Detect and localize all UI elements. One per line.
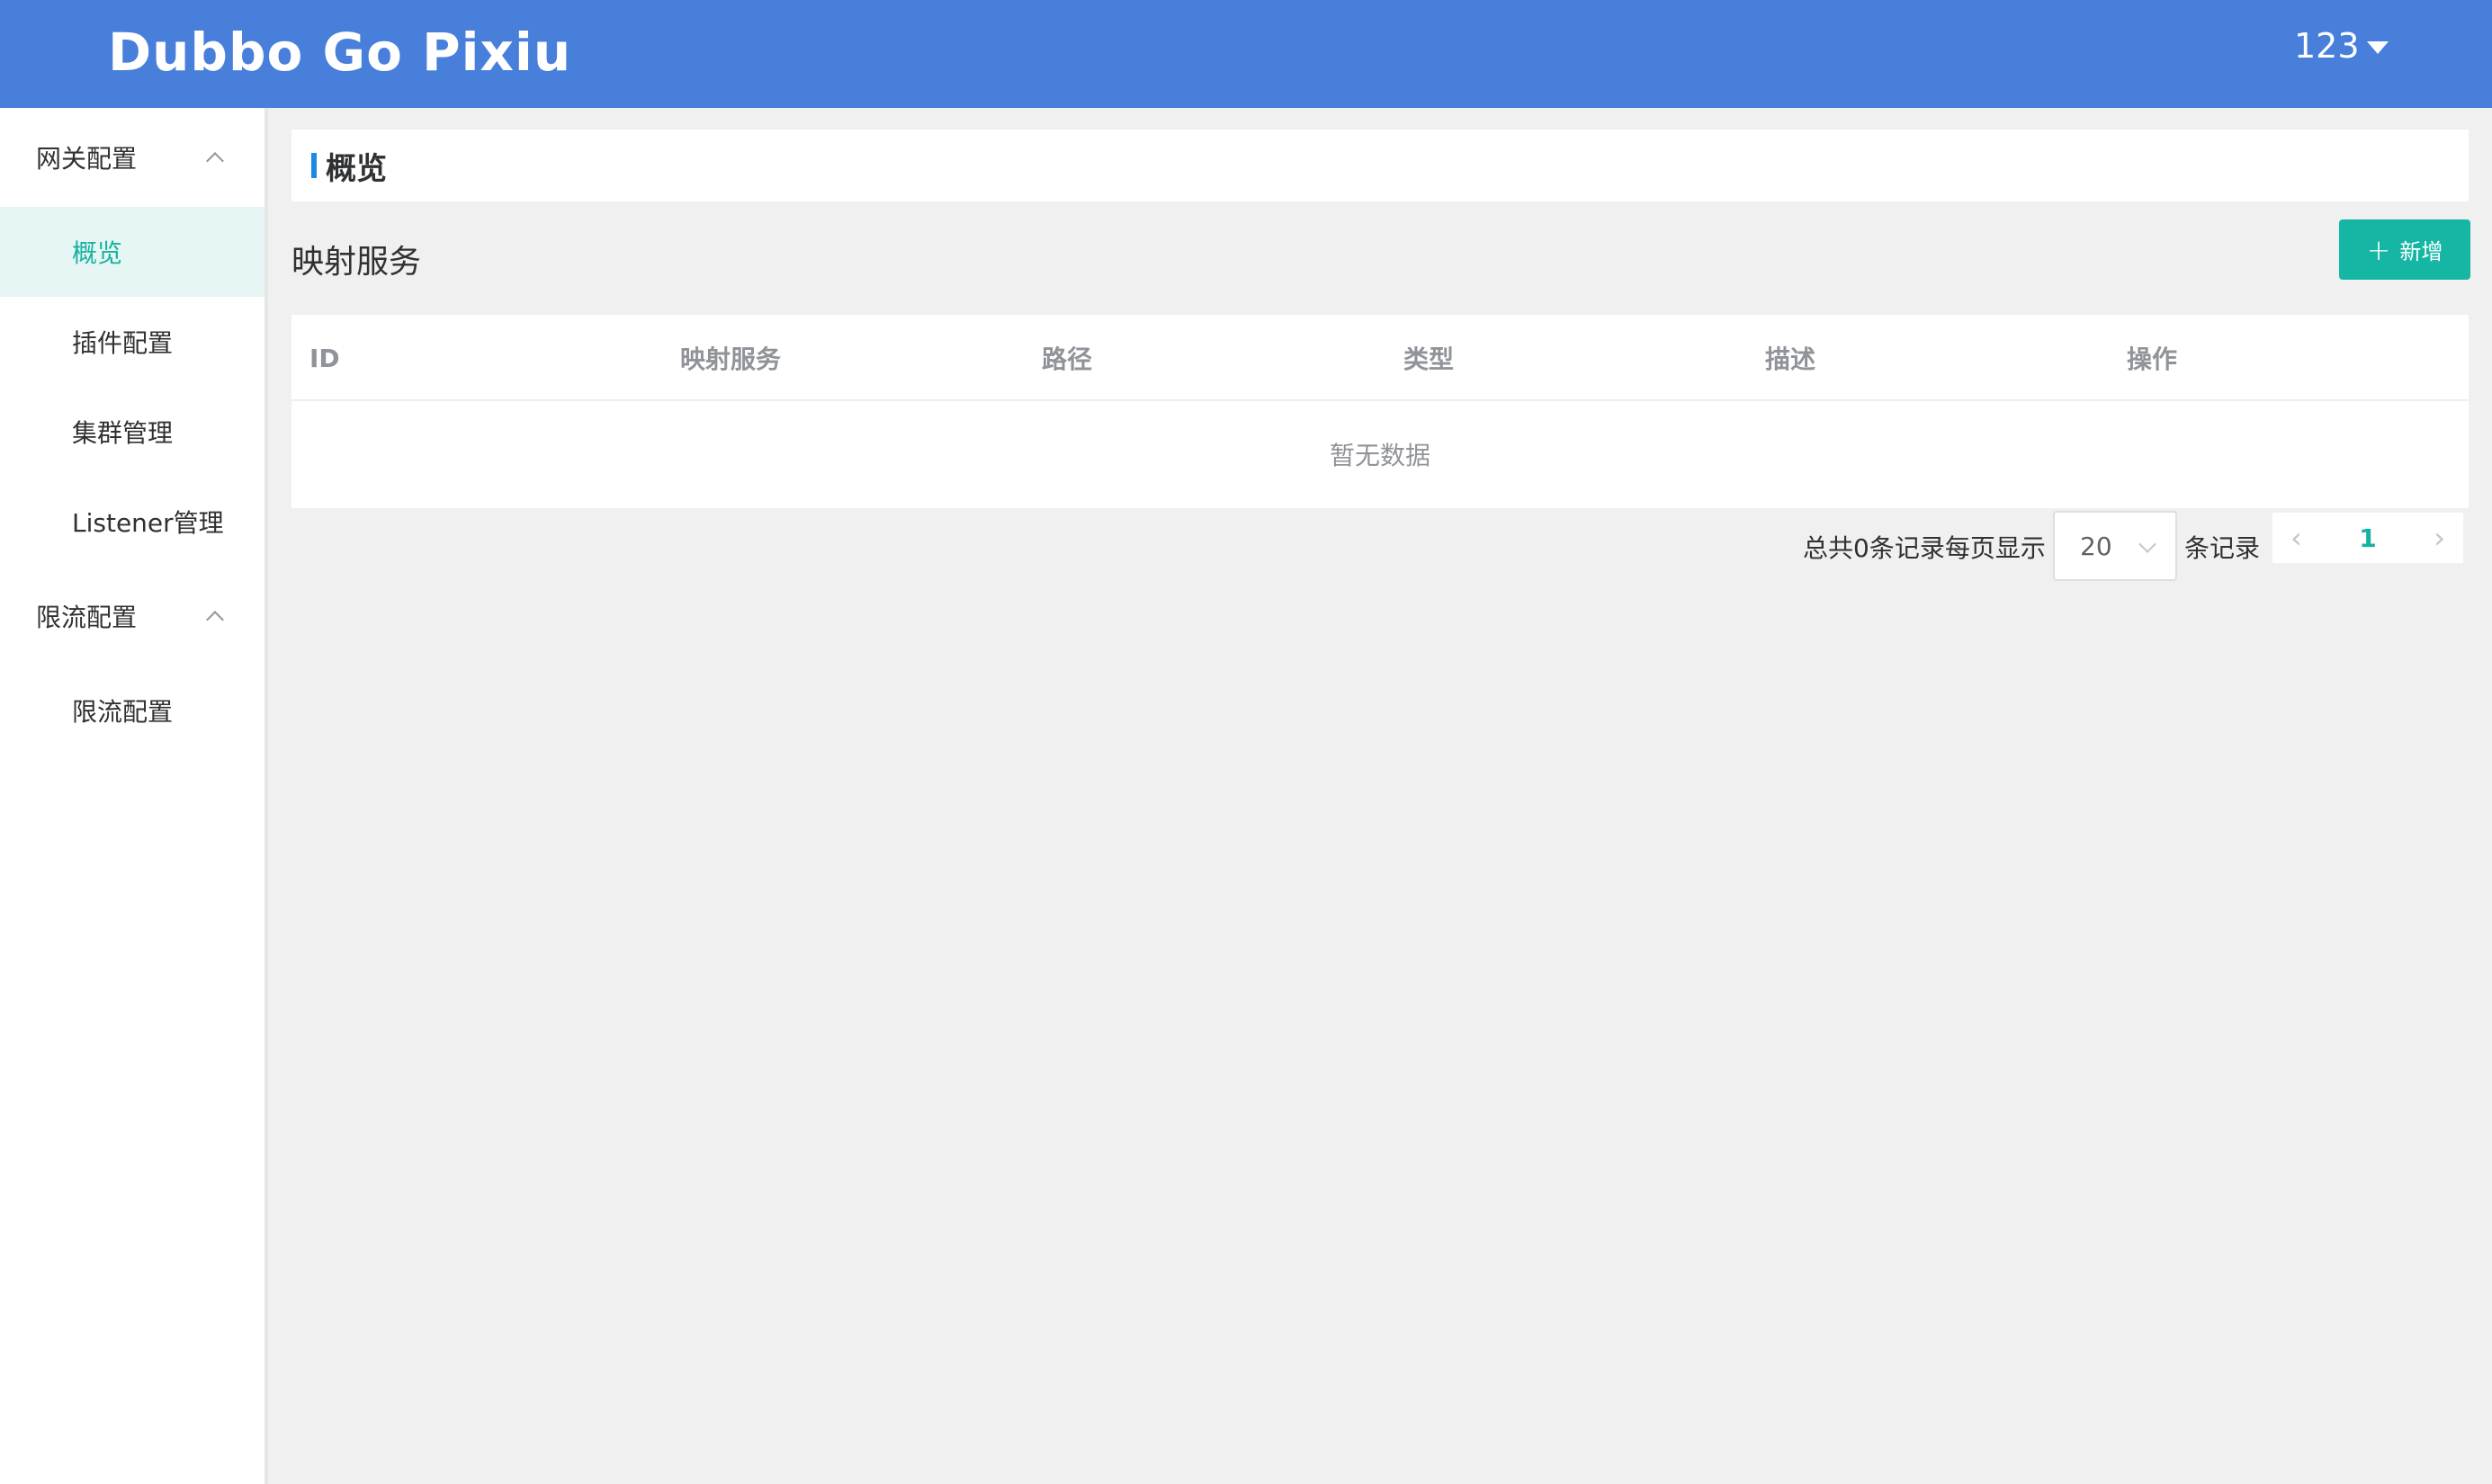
chevron-down-icon <box>2138 535 2156 553</box>
empty-state: 暂无数据 <box>1329 440 1430 470</box>
plus-icon: + <box>2366 232 2391 267</box>
page-title-bar: 概览 <box>291 130 2469 201</box>
sidebar-group-ratelimit[interactable]: 限流配置 <box>0 567 264 666</box>
user-menu[interactable]: 123 <box>2294 23 2389 68</box>
sidebar-item-label: 限流配置 <box>72 697 174 727</box>
sidebar-item-plugins[interactable]: 插件配置 <box>0 297 264 387</box>
page-size-select[interactable]: 20 <box>2053 511 2177 581</box>
pagination-nav: ‹ 1 › <box>2272 513 2463 563</box>
chevron-up-icon <box>206 611 224 629</box>
chevron-up-icon <box>206 152 224 170</box>
top-header: Dubbo Go Pixiu 123 <box>0 0 2492 108</box>
section-title: 映射服务 <box>291 244 422 281</box>
add-button-label: 新增 <box>2399 239 2443 264</box>
mapping-table: ID 映射服务 路径 类型 描述 操作 暂无数据 <box>291 315 2469 508</box>
table-header: ID 映射服务 路径 类型 描述 操作 <box>291 315 2469 401</box>
sidebar: 网关配置 概览 插件配置 集群管理 Listener管理 限流配置 限流配置 <box>0 108 268 1484</box>
sidebar-item-overview[interactable]: 概览 <box>0 207 264 297</box>
column-header-id[interactable]: ID <box>309 315 340 401</box>
add-button[interactable]: + 新增 <box>2339 219 2470 280</box>
caret-down-icon <box>2366 41 2389 54</box>
page-number-current[interactable]: 1 <box>2359 523 2376 553</box>
sidebar-item-listeners[interactable]: Listener管理 <box>0 477 264 567</box>
title-accent-bar <box>311 153 317 178</box>
pagination: 总共0条记录每页显示 20 条记录 ‹ 1 › <box>1790 509 2474 581</box>
next-page-icon[interactable]: › <box>2434 521 2445 555</box>
column-header-service[interactable]: 映射服务 <box>680 315 781 401</box>
sidebar-item-clusters[interactable]: 集群管理 <box>0 387 264 477</box>
column-header-path[interactable]: 路径 <box>1042 315 1092 401</box>
page-size-value: 20 <box>2080 531 2112 561</box>
column-header-type[interactable]: 类型 <box>1403 315 1454 401</box>
page-title: 概览 <box>326 150 387 187</box>
sidebar-item-label: 插件配置 <box>72 328 174 358</box>
sidebar-item-label: 集群管理 <box>72 418 174 448</box>
prev-page-icon[interactable]: ‹ <box>2290 521 2302 555</box>
sidebar-group-label: 网关配置 <box>36 144 138 174</box>
sidebar-item-label: 概览 <box>72 238 123 268</box>
sidebar-group-gateway[interactable]: 网关配置 <box>0 108 264 207</box>
brand-title: Dubbo Go Pixiu <box>108 22 572 83</box>
sidebar-item-label: Listener管理 <box>72 508 224 538</box>
sidebar-group-label: 限流配置 <box>36 603 138 632</box>
pagination-total: 总共0条记录每页显示 <box>1803 533 2046 563</box>
pagination-suffix: 条记录 <box>2184 533 2261 563</box>
column-header-actions[interactable]: 操作 <box>2127 315 2177 401</box>
column-header-description[interactable]: 描述 <box>1765 315 1815 401</box>
sidebar-item-ratelimit[interactable]: 限流配置 <box>0 666 264 755</box>
user-name: 123 <box>2294 26 2360 66</box>
